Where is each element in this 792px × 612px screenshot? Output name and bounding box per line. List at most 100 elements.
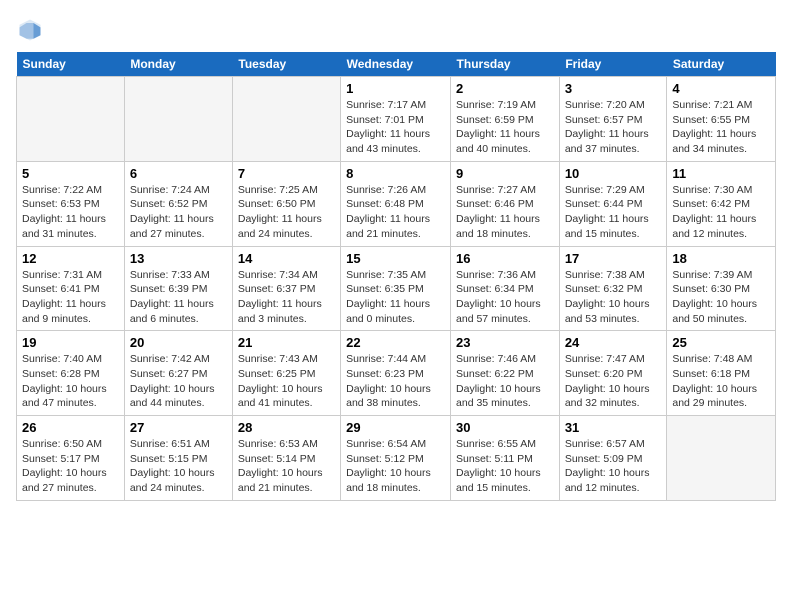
day-number: 12 [22,251,119,266]
weekday-header-tuesday: Tuesday [232,52,340,77]
calendar-cell: 29 Sunrise: 6:54 AM Sunset: 5:12 PM Dayli… [341,416,451,501]
weekday-header-thursday: Thursday [451,52,560,77]
calendar-cell: 18 Sunrise: 7:39 AM Sunset: 6:30 PM Dayli… [667,246,776,331]
calendar-cell [232,77,340,162]
calendar-cell: 28Sunrise: 6:53 AM Sunset: 5:14 PM Dayli… [232,416,340,501]
calendar-cell [667,416,776,501]
calendar-cell: 31 Sunrise: 6:57 AM Sunset: 5:09 PM Dayli… [559,416,667,501]
week-row-4: 19 Sunrise: 7:40 AM Sunset: 6:28 PM Dayli… [17,331,776,416]
calendar-cell: 8 Sunrise: 7:26 AM Sunset: 6:48 PM Daylig… [341,161,451,246]
logo [16,16,48,44]
day-detail: Sunrise: 7:33 AM Sunset: 6:39 PM Dayligh… [130,268,227,327]
calendar-cell: 1 Sunrise: 7:17 AM Sunset: 7:01 PM Daylig… [341,77,451,162]
weekday-header-row: SundayMondayTuesdayWednesdayThursdayFrid… [17,52,776,77]
week-row-1: 1 Sunrise: 7:17 AM Sunset: 7:01 PM Daylig… [17,77,776,162]
day-number: 23 [456,335,554,350]
calendar-cell: 22 Sunrise: 7:44 AM Sunset: 6:23 PM Dayli… [341,331,451,416]
day-number: 16 [456,251,554,266]
day-number: 14 [238,251,335,266]
day-number: 15 [346,251,445,266]
calendar-cell: 25Sunrise: 7:48 AM Sunset: 6:18 PM Dayli… [667,331,776,416]
day-detail: Sunrise: 7:39 AM Sunset: 6:30 PM Dayligh… [672,268,770,327]
calendar-cell: 3Sunrise: 7:20 AM Sunset: 6:57 PM Daylig… [559,77,667,162]
day-detail: Sunrise: 7:44 AM Sunset: 6:23 PM Dayligh… [346,352,445,411]
calendar-cell [124,77,232,162]
day-number: 29 [346,420,445,435]
day-detail: Sunrise: 6:53 AM Sunset: 5:14 PM Dayligh… [238,437,335,496]
day-detail: Sunrise: 7:25 AM Sunset: 6:50 PM Dayligh… [238,183,335,242]
day-detail: Sunrise: 7:47 AM Sunset: 6:20 PM Dayligh… [565,352,662,411]
page-header [16,16,776,44]
day-detail: Sunrise: 7:48 AM Sunset: 6:18 PM Dayligh… [672,352,770,411]
calendar-cell: 11Sunrise: 7:30 AM Sunset: 6:42 PM Dayli… [667,161,776,246]
calendar-cell: 30 Sunrise: 6:55 AM Sunset: 5:11 PM Dayli… [451,416,560,501]
day-number: 24 [565,335,662,350]
calendar-cell [17,77,125,162]
calendar-cell: 15 Sunrise: 7:35 AM Sunset: 6:35 PM Dayli… [341,246,451,331]
day-number: 18 [672,251,770,266]
day-number: 17 [565,251,662,266]
day-number: 20 [130,335,227,350]
day-number: 2 [456,81,554,96]
day-number: 3 [565,81,662,96]
calendar-cell: 17Sunrise: 7:38 AM Sunset: 6:32 PM Dayli… [559,246,667,331]
week-row-2: 5Sunrise: 7:22 AM Sunset: 6:53 PM Daylig… [17,161,776,246]
day-detail: Sunrise: 7:46 AM Sunset: 6:22 PM Dayligh… [456,352,554,411]
day-detail: Sunrise: 7:31 AM Sunset: 6:41 PM Dayligh… [22,268,119,327]
day-detail: Sunrise: 6:50 AM Sunset: 5:17 PM Dayligh… [22,437,119,496]
week-row-5: 26Sunrise: 6:50 AM Sunset: 5:17 PM Dayli… [17,416,776,501]
calendar-cell: 21 Sunrise: 7:43 AM Sunset: 6:25 PM Dayli… [232,331,340,416]
day-detail: Sunrise: 7:24 AM Sunset: 6:52 PM Dayligh… [130,183,227,242]
day-number: 8 [346,166,445,181]
day-detail: Sunrise: 6:55 AM Sunset: 5:11 PM Dayligh… [456,437,554,496]
calendar-cell: 7Sunrise: 7:25 AM Sunset: 6:50 PM Daylig… [232,161,340,246]
day-number: 9 [456,166,554,181]
calendar-cell: 12 Sunrise: 7:31 AM Sunset: 6:41 PM Dayli… [17,246,125,331]
calendar-cell: 20 Sunrise: 7:42 AM Sunset: 6:27 PM Dayli… [124,331,232,416]
calendar-cell: 2 Sunrise: 7:19 AM Sunset: 6:59 PM Daylig… [451,77,560,162]
day-detail: Sunrise: 7:36 AM Sunset: 6:34 PM Dayligh… [456,268,554,327]
day-detail: Sunrise: 7:40 AM Sunset: 6:28 PM Dayligh… [22,352,119,411]
day-detail: Sunrise: 7:19 AM Sunset: 6:59 PM Dayligh… [456,98,554,157]
day-number: 5 [22,166,119,181]
day-detail: Sunrise: 7:17 AM Sunset: 7:01 PM Dayligh… [346,98,445,157]
day-detail: Sunrise: 7:43 AM Sunset: 6:25 PM Dayligh… [238,352,335,411]
day-number: 11 [672,166,770,181]
weekday-header-friday: Friday [559,52,667,77]
day-detail: Sunrise: 7:35 AM Sunset: 6:35 PM Dayligh… [346,268,445,327]
day-number: 13 [130,251,227,266]
day-detail: Sunrise: 6:54 AM Sunset: 5:12 PM Dayligh… [346,437,445,496]
calendar-cell: 16 Sunrise: 7:36 AM Sunset: 6:34 PM Dayli… [451,246,560,331]
calendar-cell: 27 Sunrise: 6:51 AM Sunset: 5:15 PM Dayli… [124,416,232,501]
day-detail: Sunrise: 7:29 AM Sunset: 6:44 PM Dayligh… [565,183,662,242]
weekday-header-sunday: Sunday [17,52,125,77]
day-detail: Sunrise: 7:27 AM Sunset: 6:46 PM Dayligh… [456,183,554,242]
calendar-cell: 5Sunrise: 7:22 AM Sunset: 6:53 PM Daylig… [17,161,125,246]
day-number: 27 [130,420,227,435]
day-detail: Sunrise: 6:57 AM Sunset: 5:09 PM Dayligh… [565,437,662,496]
day-detail: Sunrise: 6:51 AM Sunset: 5:15 PM Dayligh… [130,437,227,496]
weekday-header-wednesday: Wednesday [341,52,451,77]
day-number: 31 [565,420,662,435]
day-number: 21 [238,335,335,350]
day-detail: Sunrise: 7:26 AM Sunset: 6:48 PM Dayligh… [346,183,445,242]
day-number: 10 [565,166,662,181]
week-row-3: 12 Sunrise: 7:31 AM Sunset: 6:41 PM Dayli… [17,246,776,331]
calendar-cell: 23 Sunrise: 7:46 AM Sunset: 6:22 PM Dayli… [451,331,560,416]
logo-icon [16,16,44,44]
day-detail: Sunrise: 7:21 AM Sunset: 6:55 PM Dayligh… [672,98,770,157]
calendar-cell: 24 Sunrise: 7:47 AM Sunset: 6:20 PM Dayli… [559,331,667,416]
day-detail: Sunrise: 7:34 AM Sunset: 6:37 PM Dayligh… [238,268,335,327]
day-number: 19 [22,335,119,350]
calendar-cell: 26Sunrise: 6:50 AM Sunset: 5:17 PM Dayli… [17,416,125,501]
weekday-header-saturday: Saturday [667,52,776,77]
day-number: 1 [346,81,445,96]
calendar-cell: 19 Sunrise: 7:40 AM Sunset: 6:28 PM Dayli… [17,331,125,416]
calendar-cell: 6 Sunrise: 7:24 AM Sunset: 6:52 PM Daylig… [124,161,232,246]
day-number: 6 [130,166,227,181]
calendar-cell: 9 Sunrise: 7:27 AM Sunset: 6:46 PM Daylig… [451,161,560,246]
day-number: 22 [346,335,445,350]
day-number: 30 [456,420,554,435]
calendar-cell: 10 Sunrise: 7:29 AM Sunset: 6:44 PM Dayli… [559,161,667,246]
day-detail: Sunrise: 7:42 AM Sunset: 6:27 PM Dayligh… [130,352,227,411]
